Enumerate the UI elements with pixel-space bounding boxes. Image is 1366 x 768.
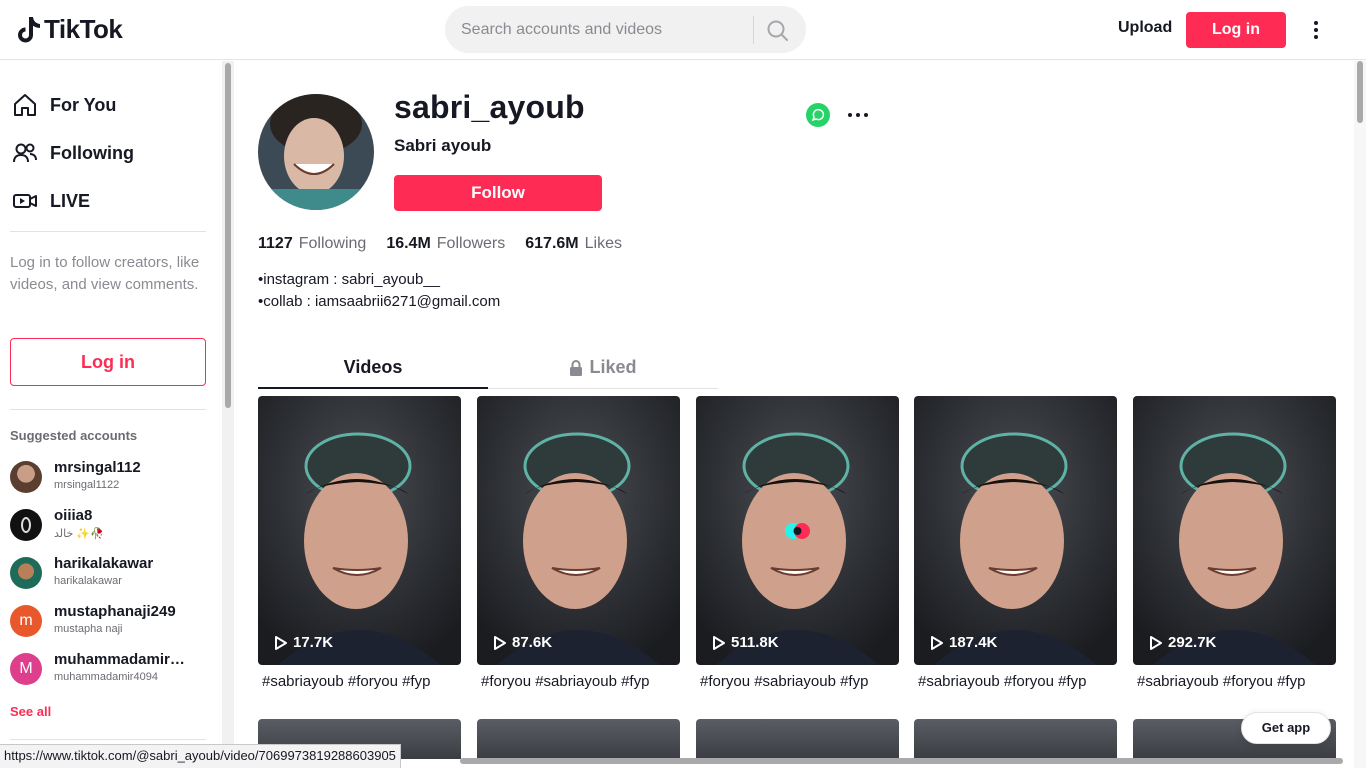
play-icon (931, 635, 943, 650)
live-icon (13, 194, 37, 208)
search-input[interactable] (461, 6, 751, 53)
nav-label: For You (50, 94, 117, 115)
account-name: خالد ✨🥀 (54, 528, 104, 540)
suggested-accounts-title: Suggested accounts (10, 428, 138, 443)
profile-tabs: Videos Liked (258, 351, 718, 389)
profile-main: sabri_ayoub Sabri ayoub Follow 1127 Follo… (234, 61, 1354, 768)
stat-following: 1127 Following (258, 235, 367, 252)
lock-icon (570, 359, 583, 376)
logo-text: TikTok (44, 14, 123, 44)
video-caption[interactable]: #sabriayoub #foryou #fyp (1137, 673, 1337, 690)
scrollbar-thumb[interactable] (225, 63, 231, 408)
top-header: TikTok Upload Log in (0, 0, 1366, 60)
account-username: harikalakawar (54, 555, 154, 572)
login-button-header[interactable]: Log in (1186, 12, 1286, 48)
search-bar (445, 6, 806, 53)
stat-followers: 16.4M Followers (386, 235, 506, 252)
sidebar-scrollbar[interactable] (222, 61, 234, 768)
nav-label: LIVE (50, 190, 91, 211)
video-thumbnail[interactable] (914, 719, 1117, 759)
video-caption[interactable]: #foryou #sabriayoub #fyp (481, 673, 681, 690)
account-username: mrsingal112 (54, 459, 141, 476)
avatar: m (10, 605, 42, 637)
divider (10, 231, 206, 232)
avatar (10, 557, 42, 589)
more-horizontal-icon[interactable] (846, 105, 870, 125)
nav-live[interactable]: LIVE (12, 188, 90, 214)
scrollbar-thumb[interactable] (1357, 61, 1363, 123)
avatar (10, 461, 42, 493)
video-caption[interactable]: #sabriayoub #foryou #fyp (918, 673, 1118, 690)
tab-liked[interactable]: Liked (488, 357, 718, 378)
video-caption[interactable]: #sabriayoub #foryou #fyp (262, 673, 462, 690)
suggested-account[interactable]: m mustaphanaji249 mustapha naji (10, 601, 210, 641)
play-icon (1150, 635, 1162, 650)
account-name: harikalakawar (54, 575, 122, 587)
profile-bio: •instagram : sabri_ayoub__ •collab : iam… (258, 271, 501, 310)
view-count: 87.6K (493, 634, 552, 651)
video-thumbnail[interactable] (696, 719, 899, 759)
account-username: muhammadamir… (54, 651, 185, 668)
video-thumbnail[interactable] (1133, 396, 1336, 665)
suggested-account[interactable]: M muhammadamir… muhammadamir4094 (10, 649, 210, 689)
play-icon (713, 635, 725, 650)
video-thumbnail[interactable] (477, 719, 680, 759)
see-all-link[interactable]: See all (10, 704, 51, 719)
suggested-account[interactable]: mrsingal112 mrsingal1122 (10, 457, 210, 497)
account-username: oiiia8 (54, 507, 93, 524)
nav-following[interactable]: Following (12, 140, 134, 166)
stat-likes: 617.6M Likes (525, 235, 622, 252)
upload-link[interactable]: Upload (1118, 19, 1172, 37)
profile-avatar (258, 94, 374, 210)
profile-display-name: Sabri ayoub (394, 136, 492, 155)
video-thumbnail[interactable] (696, 396, 899, 665)
avatar (10, 509, 42, 541)
video-thumbnail[interactable] (258, 396, 461, 665)
home-icon (14, 94, 36, 116)
follow-button[interactable]: Follow (394, 175, 602, 211)
tab-videos[interactable]: Videos (258, 357, 488, 378)
tiktok-note-icon (18, 16, 40, 42)
avatar: M (10, 653, 42, 685)
login-button-sidebar[interactable]: Log in (10, 338, 206, 386)
view-count: 511.8K (712, 634, 779, 651)
horizontal-scrollbar[interactable] (460, 758, 1343, 764)
search-icon[interactable] (763, 17, 793, 43)
play-icon (494, 635, 506, 650)
profile-stats: 1127 Following 16.4M Followers 617.6M Likes (258, 235, 622, 253)
account-username: mustaphanaji249 (54, 603, 176, 620)
account-name: mrsingal1122 (54, 479, 120, 491)
video-thumbnail[interactable] (477, 396, 680, 665)
video-caption[interactable]: #foryou #sabriayoub #fyp (700, 673, 900, 690)
account-name: mustapha naji (54, 623, 123, 635)
divider (10, 409, 206, 410)
people-icon (13, 143, 37, 163)
account-name: muhammadamir4094 (54, 671, 158, 683)
more-vertical-icon[interactable] (1305, 18, 1327, 42)
suggested-account[interactable]: oiiia8 خالد ✨🥀 (10, 505, 210, 545)
suggested-account[interactable]: harikalakawar harikalakawar (10, 553, 210, 593)
tab-liked-label: Liked (589, 357, 637, 377)
sidebar: For You Following LIVE Log in to follow … (0, 61, 222, 768)
whatsapp-icon[interactable] (806, 103, 830, 127)
get-app-button[interactable]: Get app (1241, 712, 1331, 744)
view-count: 17.7K (274, 634, 333, 651)
login-hint-text: Log in to follow creators, like videos, … (10, 254, 200, 293)
view-count: 187.4K (930, 634, 997, 651)
tab-active-indicator (258, 387, 488, 389)
nav-label: Following (50, 142, 134, 163)
status-bar-url: https://www.tiktok.com/@sabri_ayoub/vide… (0, 744, 401, 768)
profile-username: sabri_ayoub (394, 89, 585, 125)
view-count: 292.7K (1149, 634, 1216, 651)
tiktok-logo[interactable]: TikTok (16, 14, 123, 45)
divider (10, 739, 206, 740)
play-icon (275, 635, 287, 650)
nav-for-you[interactable]: For You (12, 92, 116, 118)
video-thumbnail[interactable] (914, 396, 1117, 665)
search-divider (753, 16, 754, 44)
page-scrollbar[interactable] (1354, 61, 1366, 768)
